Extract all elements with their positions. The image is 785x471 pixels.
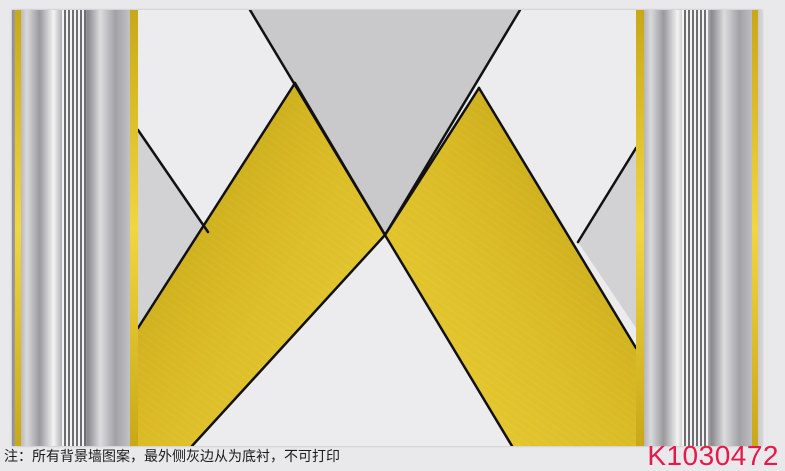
print-note: 注：所有背景墙图案，最外侧灰边从为底衬，不可打印 (4, 449, 340, 465)
left-pillar (12, 10, 138, 446)
right-pillar (636, 10, 762, 446)
wallpaper-mural (12, 10, 762, 446)
page: 注：所有背景墙图案，最外侧灰边从为底衬，不可打印 K1030472 (0, 0, 785, 471)
product-code: K1030472 (647, 440, 779, 471)
center-panel (136, 10, 638, 446)
